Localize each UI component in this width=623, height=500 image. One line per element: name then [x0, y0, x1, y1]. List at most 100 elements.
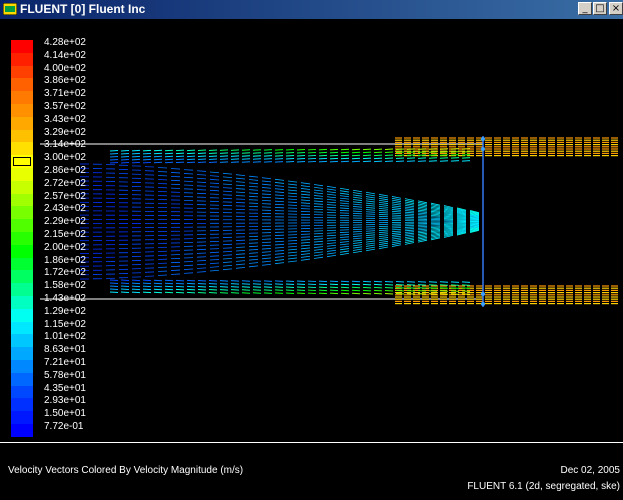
plot-date: Dec 02, 2005 [560, 465, 621, 476]
minimize-button[interactable]: _ [578, 2, 592, 15]
velocity-vector [378, 246, 389, 250]
velocity-vector [153, 161, 163, 164]
maximize-button[interactable]: □ [593, 2, 607, 15]
velocity-vector [313, 240, 324, 243]
velocity-vector [384, 283, 394, 286]
velocity-vector [373, 154, 383, 157]
graphics-viewport[interactable]: 4.28e+02 4.14e+02 4.00e+02 3.86e+02 3.71e+02… [0, 19, 623, 442]
velocity-vector [391, 197, 402, 201]
velocity-vector [384, 289, 394, 292]
velocity-vector [352, 244, 363, 247]
velocity-vector [351, 148, 361, 151]
velocity-vector [329, 286, 339, 289]
velocity-vector [329, 148, 339, 151]
velocity-vector [197, 149, 207, 152]
velocity-vector [230, 158, 240, 160]
close-button[interactable]: × [609, 2, 623, 15]
legend-swatch [11, 334, 33, 348]
velocity-vector [248, 258, 259, 261]
velocity-vector [351, 157, 361, 160]
velocity-vector [362, 160, 372, 163]
velocity-vector [318, 157, 328, 160]
velocity-vector [241, 152, 251, 154]
velocity-vector [391, 235, 402, 238]
velocity-vector [384, 157, 394, 160]
velocity-vector [164, 152, 174, 155]
velocity-vector [219, 280, 229, 282]
velocity-vector [362, 157, 372, 160]
velocity-vector [339, 241, 350, 243]
velocity-vector [406, 151, 416, 153]
velocity-vector [287, 245, 298, 248]
legend-swatch [11, 385, 33, 399]
velocity-vector [365, 211, 376, 213]
velocity-vector [339, 238, 350, 241]
velocity-vector [461, 151, 471, 153]
velocity-vector [164, 285, 174, 288]
title-bar[interactable]: FLUENT [0] Fluent Inc _ □ × [0, 0, 623, 19]
velocity-vector [378, 235, 389, 237]
velocity-vector [365, 236, 376, 239]
velocity-vector [296, 157, 306, 160]
velocity-vector [352, 235, 363, 237]
velocity-vector [219, 149, 229, 151]
velocity-vector [365, 196, 376, 199]
legend-value-label: 4.14e+02 [44, 49, 86, 61]
velocity-vector [287, 254, 298, 257]
velocity-vector [109, 159, 119, 161]
velocity-vector [365, 238, 376, 241]
velocity-vector [404, 210, 415, 212]
velocity-vector [450, 290, 460, 292]
velocity-vector [300, 253, 311, 255]
velocity-vector [340, 289, 350, 292]
legend-swatch [11, 193, 33, 207]
velocity-vector [430, 213, 441, 216]
velocity-vector [164, 291, 174, 294]
velocity-vector [186, 149, 196, 152]
legend-swatch [11, 257, 33, 271]
velocity-vector [428, 151, 438, 153]
velocity-vector [263, 158, 273, 160]
fluent-app-icon[interactable] [3, 3, 17, 15]
velocity-vector [186, 291, 196, 294]
velocity-vector [406, 290, 416, 292]
velocity-vector [384, 286, 394, 289]
velocity-vector [391, 209, 402, 211]
velocity-vector [274, 200, 285, 203]
velocity-vector [287, 189, 298, 192]
velocity-vector [417, 234, 428, 237]
velocity-vector [285, 283, 295, 285]
legend-swatch [11, 347, 33, 361]
velocity-vector [362, 292, 372, 295]
velocity-vector [252, 155, 262, 157]
velocity-vector [274, 197, 285, 200]
velocity-vector [313, 192, 324, 195]
velocity-vector [208, 158, 218, 160]
velocity-vector [417, 284, 427, 286]
velocity-vector [222, 261, 233, 263]
velocity-vector [248, 252, 259, 254]
velocity-vector [307, 160, 317, 163]
velocity-vector [430, 216, 441, 218]
velocity-vector [175, 279, 185, 282]
velocity-vector [109, 282, 119, 284]
velocity-vector [365, 232, 376, 234]
velocity-vector [373, 157, 383, 160]
velocity-vector [287, 183, 298, 186]
velocity-vector [287, 248, 298, 251]
velocity-vector [196, 177, 207, 180]
velocity-vector [417, 228, 428, 231]
velocity-vector [131, 158, 141, 161]
velocity-vector [417, 209, 428, 212]
velocity-vector [120, 285, 130, 288]
velocity-vector [274, 182, 285, 184]
velocity-vector [142, 285, 152, 288]
velocity-vector [120, 161, 130, 164]
velocity-vector [352, 210, 363, 212]
velocity-vector [209, 171, 220, 174]
velocity-vector [274, 161, 284, 163]
velocity-vector [186, 155, 196, 158]
velocity-vector [378, 240, 389, 244]
legend-value-label: 3.57e+02 [44, 101, 86, 112]
velocity-vector [261, 200, 272, 202]
